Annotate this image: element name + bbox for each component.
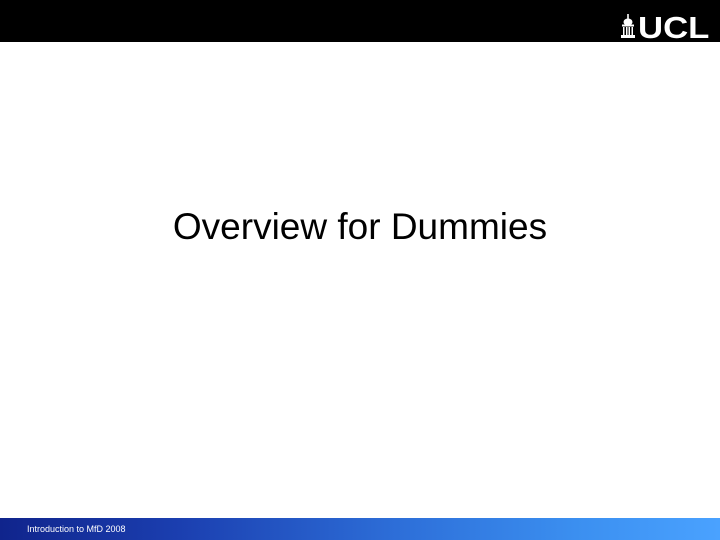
footer-text: Introduction to MfD 2008: [27, 524, 126, 534]
slide: UCL Overview for Dummies Introduction to…: [0, 0, 720, 540]
footer-bar: Introduction to MfD 2008: [0, 518, 720, 540]
ucl-portico-icon: [621, 14, 636, 38]
header-bar: UCL: [0, 0, 720, 45]
slide-title: Overview for Dummies: [172, 206, 548, 247]
ucl-logo-text: UCL: [638, 10, 710, 45]
ucl-logo: UCL: [621, 10, 710, 45]
